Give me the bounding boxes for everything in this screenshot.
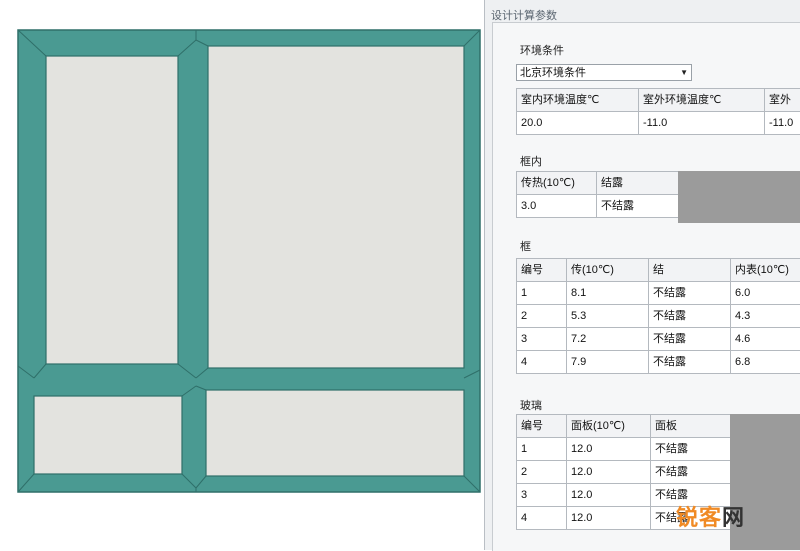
env-cell-outdoor[interactable]: -11.0	[639, 112, 765, 135]
cell-inner: 6.0	[731, 282, 800, 305]
cell-cond: 不结露	[649, 351, 731, 374]
frame-cell-heat[interactable]: 3.0	[517, 195, 597, 218]
glass-pane-bottom-left	[34, 396, 182, 474]
cell-heat: 12.0	[567, 461, 651, 484]
grid-section-title: 框	[520, 240, 531, 254]
glass-pane-top-right	[208, 46, 464, 368]
cell-no: 2	[517, 305, 567, 328]
cell-heat: 7.2	[567, 328, 649, 351]
cell-no: 4	[517, 507, 567, 530]
env-cell-outdoor-2[interactable]: -11.0	[765, 112, 800, 135]
cell-heat: 8.1	[567, 282, 649, 305]
glass-pane-top-left	[46, 56, 178, 364]
cell-cond: 不结露	[651, 461, 731, 484]
panel-header-cond: 面板	[651, 415, 731, 438]
frame-results-table: 编号 传(10℃) 结 内表(10℃) 1 8.1 不结露 6.0 2 5.3 …	[516, 258, 800, 374]
cell-heat: 12.0	[567, 507, 651, 530]
panel-header-heat: 面板(10℃)	[567, 415, 651, 438]
cell-inner: 6.8	[731, 351, 800, 374]
table-row[interactable]: 3 7.2 不结露 4.6	[517, 328, 800, 351]
env-header-outdoor: 室外环境温度℃	[639, 89, 765, 112]
cell-no: 1	[517, 438, 567, 461]
cell-no: 3	[517, 328, 567, 351]
grid-header-heat: 传(10℃)	[567, 259, 649, 282]
cell-heat: 5.3	[567, 305, 649, 328]
env-cell-indoor[interactable]: 20.0	[517, 112, 639, 135]
cell-heat: 12.0	[567, 484, 651, 507]
cell-cond: 不结露	[649, 328, 731, 351]
frame-header-cond: 结露	[597, 172, 679, 195]
glass-panes	[34, 46, 464, 476]
cell-no: 1	[517, 282, 567, 305]
frame-header-heat: 传热(10℃)	[517, 172, 597, 195]
cell-cond: 不结露	[649, 305, 731, 328]
cell-heat: 12.0	[567, 438, 651, 461]
table-row[interactable]: 2 5.3 不结露 4.3	[517, 305, 800, 328]
grid-header-inner: 内表(10℃)	[731, 259, 800, 282]
frame-empty-area	[678, 171, 800, 223]
table-row[interactable]: 4 7.9 不结露 6.8	[517, 351, 800, 374]
frame-cell-cond[interactable]: 不结露	[597, 195, 679, 218]
env-header-outdoor-2: 室外	[765, 89, 800, 112]
table-row[interactable]: 2 12.0 不结露	[517, 461, 731, 484]
cell-cond: 不结露	[651, 438, 731, 461]
env-table: 室内环境温度℃ 室外环境温度℃ 室外 20.0 -11.0 -11.0	[516, 88, 800, 135]
env-header-indoor: 室内环境温度℃	[517, 89, 639, 112]
env-condition-select[interactable]: 北京环境条件 ▼	[516, 64, 692, 81]
table-row[interactable]: 1 12.0 不结露	[517, 438, 731, 461]
cell-inner: 4.6	[731, 328, 800, 351]
watermark-part-2: 网	[722, 505, 745, 530]
watermark-part-1: 锐客	[676, 505, 722, 530]
watermark-logo: 锐客网	[676, 505, 745, 531]
window-frame-drawing	[0, 0, 490, 550]
frame-section-title: 框内	[520, 155, 542, 169]
env-section-title: 环境条件	[520, 44, 564, 58]
glass-pane-bottom-right	[206, 390, 464, 476]
panel-section-title: 玻璃	[520, 399, 542, 413]
panel-header-no: 编号	[517, 415, 567, 438]
cell-no: 3	[517, 484, 567, 507]
cell-inner: 4.3	[731, 305, 800, 328]
dropdown-arrow-icon[interactable]: ▼	[680, 65, 688, 81]
cell-heat: 7.9	[567, 351, 649, 374]
cell-cond: 不结露	[651, 484, 731, 507]
table-row[interactable]: 1 8.1 不结露 6.0	[517, 282, 800, 305]
grid-header-cond: 结	[649, 259, 731, 282]
frame-table: 传热(10℃) 结露 3.0 不结露	[516, 171, 679, 218]
cell-no: 4	[517, 351, 567, 374]
cell-cond: 不结露	[649, 282, 731, 305]
table-row[interactable]: 3 12.0 不结露	[517, 484, 731, 507]
cell-no: 2	[517, 461, 567, 484]
env-condition-value: 北京环境条件	[520, 67, 586, 79]
grid-header-no: 编号	[517, 259, 567, 282]
